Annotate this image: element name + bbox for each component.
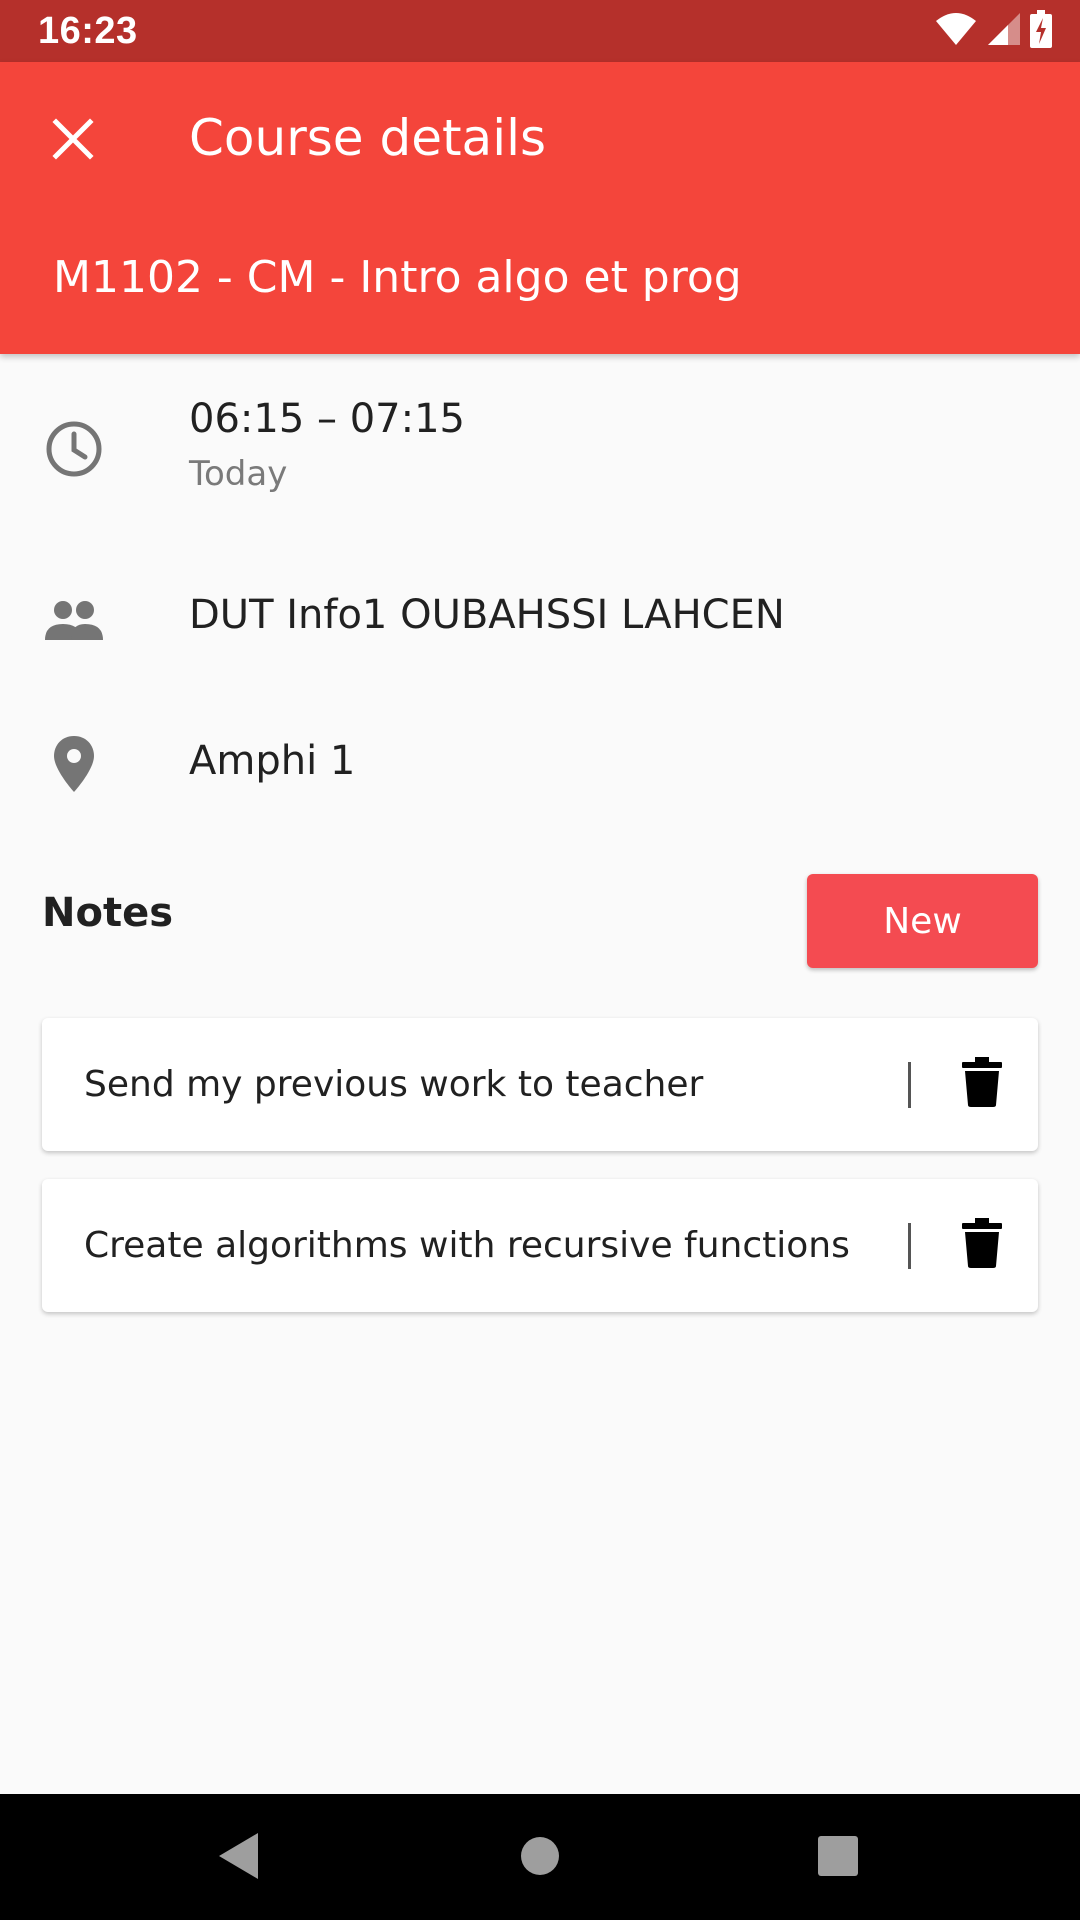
status-icons <box>934 10 1052 52</box>
recents-icon <box>817 1835 859 1881</box>
clock-icon <box>40 415 108 483</box>
note-text: Create algorithms with recursive functio… <box>84 1225 850 1266</box>
recents-button[interactable] <box>800 1820 876 1896</box>
course-name: M1102 - CM - Intro algo et prog <box>53 252 742 303</box>
trash-icon <box>962 1057 1002 1111</box>
location-name: Amphi 1 <box>189 738 356 784</box>
home-icon <box>519 1835 561 1881</box>
note-card: Send my previous work to teacher <box>42 1018 1038 1151</box>
wifi-icon <box>934 11 978 51</box>
location-pin-icon <box>40 730 108 798</box>
divider <box>908 1223 911 1269</box>
group-name: DUT Info1 OUBAHSSI LAHCEN <box>189 592 785 638</box>
notes-heading: Notes <box>42 890 174 936</box>
delete-note-button[interactable] <box>942 1044 1022 1124</box>
back-button[interactable] <box>200 1820 276 1896</box>
note-card: Create algorithms with recursive functio… <box>42 1179 1038 1312</box>
group-row: DUT Info1 OUBAHSSI LAHCEN <box>0 580 1080 660</box>
close-button[interactable] <box>36 104 110 178</box>
day-label: Today <box>189 454 288 494</box>
status-bar: 16:23 <box>0 0 1080 62</box>
trash-icon <box>962 1218 1002 1272</box>
note-text: Send my previous work to teacher <box>84 1064 704 1105</box>
time-range: 06:15 – 07:15 <box>189 396 465 442</box>
group-icon <box>40 586 108 654</box>
battery-charging-icon <box>1030 10 1052 52</box>
cell-signal-icon <box>986 11 1022 51</box>
time-row: 06:15 – 07:15 Today <box>0 390 1080 510</box>
divider <box>908 1062 911 1108</box>
new-note-button[interactable]: New <box>807 874 1038 968</box>
close-icon <box>52 118 94 164</box>
home-button[interactable] <box>502 1820 578 1896</box>
status-time: 16:23 <box>38 10 138 52</box>
delete-note-button[interactable] <box>942 1205 1022 1285</box>
page-title: Course details <box>189 109 547 167</box>
location-row: Amphi 1 <box>0 726 1080 806</box>
back-icon <box>216 1831 260 1885</box>
app-bar: Course details M1102 - CM - Intro algo e… <box>0 62 1080 354</box>
navigation-bar <box>0 1794 1080 1920</box>
